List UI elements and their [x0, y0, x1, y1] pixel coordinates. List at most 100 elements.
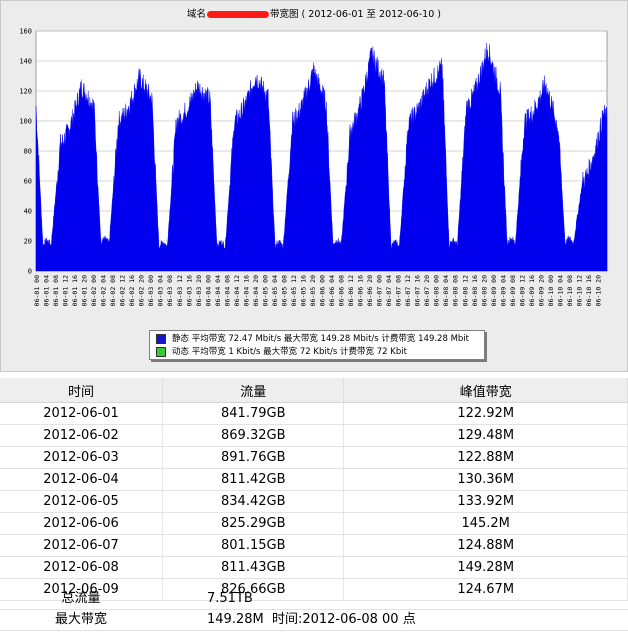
x-tick-label: 06-02 16: [128, 275, 136, 306]
table-row: 2012-06-01 841.79GB 122.92M: [0, 402, 628, 425]
daily-traffic-table: 时间 流量 峰值带宽 2012-06-01 841.79GB 122.92M 201…: [0, 378, 628, 601]
y-tick-label: 20: [24, 238, 32, 246]
cell-date: 2012-06-01: [0, 402, 164, 425]
cell-peak: 145.2M: [343, 512, 628, 535]
x-tick-label: 06-10 04: [556, 275, 564, 306]
x-tick-label: 06-03 20: [195, 275, 203, 306]
cell-peak: 122.92M: [343, 402, 628, 425]
x-tick-label: 06-08 08: [452, 275, 460, 306]
x-tick-label: 06-03 16: [185, 275, 193, 306]
table-row: 2012-06-08 811.43GB 149.28M: [0, 556, 628, 579]
x-tick-label: 06-09 04: [499, 275, 507, 306]
table-row: 2012-06-03 891.76GB 122.88M: [0, 446, 628, 469]
x-tick-label: 06-02 08: [109, 275, 117, 306]
total-traffic-value: 7.51TB: [207, 591, 253, 606]
redacted-domain-mark: [207, 11, 270, 18]
table-row: 2012-06-02 869.32GB 129.48M: [0, 424, 628, 447]
x-tick-label: 06-10 08: [566, 275, 574, 306]
x-tick-label: 06-09 20: [537, 275, 545, 306]
x-tick-label: 06-07 16: [414, 275, 422, 306]
x-tick-label: 06-02 12: [119, 275, 127, 306]
y-tick-label: 60: [24, 178, 32, 186]
x-tick-label: 06-05 12: [290, 275, 298, 306]
x-tick-label: 06-03 08: [166, 275, 174, 306]
x-tick-label: 06-06 00: [319, 275, 327, 306]
x-tick-label: 06-05 04: [271, 275, 279, 306]
x-tick-label: 06-06 08: [338, 275, 346, 306]
legend-swatch-static: [156, 333, 166, 344]
cell-date: 2012-06-05: [0, 490, 164, 513]
x-tick-label: 06-07 08: [395, 275, 403, 306]
cell-date: 2012-06-06: [0, 512, 164, 535]
cell-date: 2012-06-02: [0, 424, 164, 447]
summary-total-row: 总流量 7.51TB: [0, 588, 628, 610]
x-tick-label: 06-08 16: [471, 275, 479, 306]
table-row: 2012-06-05 834.42GB 133.92M: [0, 490, 628, 513]
x-tick-label: 06-03 12: [176, 275, 184, 306]
x-tick-label: 06-04 20: [252, 275, 260, 306]
x-tick-label: 06-03 00: [147, 275, 155, 306]
x-tick-label: 06-02 00: [90, 275, 98, 306]
x-tick-label: 06-01 04: [43, 275, 51, 306]
header-time: 时间: [0, 378, 164, 403]
chart-title: 域名 带宽图 ( 2012-06-01 至 2012-06-10 ): [0, 6, 628, 20]
x-tick-label: 06-09 16: [528, 275, 536, 306]
header-peak-bandwidth: 峰值带宽: [343, 378, 628, 403]
x-tick-label: 06-01 20: [81, 275, 89, 306]
cell-date: 2012-06-03: [0, 446, 164, 469]
table-header-row: 时间 流量 峰值带宽: [0, 378, 628, 403]
x-tick-label: 06-04 04: [214, 275, 222, 306]
cell-traffic: 869.32GB: [162, 424, 345, 447]
x-tick-label: 06-02 04: [100, 275, 108, 306]
x-tick-label: 06-09 08: [509, 275, 517, 306]
x-tick-label: 06-05 08: [280, 275, 288, 306]
x-tick-label: 06-07 04: [385, 275, 393, 306]
x-tick-label: 06-04 16: [242, 275, 250, 306]
x-tick-label: 06-10 20: [594, 275, 602, 306]
x-tick-label: 06-10 12: [575, 275, 583, 306]
cell-peak: 129.48M: [343, 424, 628, 447]
x-tick-label: 06-09 12: [518, 275, 526, 306]
bandwidth-chart: 02040608010012014016006-01 00 06-01 04 06-…: [19, 28, 608, 306]
x-tick-label: 06-02 20: [138, 275, 146, 306]
cell-traffic: 811.42GB: [162, 468, 345, 491]
x-tick-label: 06-01 12: [62, 275, 70, 306]
y-tick-label: 80: [24, 148, 32, 156]
cell-peak: 133.92M: [343, 490, 628, 513]
cell-traffic: 811.43GB: [162, 556, 345, 579]
cell-date: 2012-06-04: [0, 468, 164, 491]
max-bandwidth-value: 149.28M 时间:2012-06-08 00 点: [207, 612, 416, 627]
table-row: 2012-06-07 801.15GB 124.88M: [0, 534, 628, 557]
cell-traffic: 891.76GB: [162, 446, 345, 469]
cell-peak: 124.88M: [343, 534, 628, 557]
legend-item-static: 静态 平均带宽 72.47 Mbit/s 最大带宽 149.28 Mbit/s …: [156, 333, 469, 345]
x-tick-label: 06-05 00: [261, 275, 269, 306]
x-tick-label: 06-07 20: [423, 275, 431, 306]
x-tick-label: 06-09 00: [490, 275, 498, 306]
x-tick-label: 06-08 12: [461, 275, 469, 306]
x-tick-label: 06-07 00: [376, 275, 384, 306]
chart-title-prefix: 域名: [187, 9, 207, 20]
x-tick-label: 06-04 08: [223, 275, 231, 306]
cell-traffic: 801.15GB: [162, 534, 345, 557]
cell-peak: 130.36M: [343, 468, 628, 491]
summary-max-row: 最大带宽 149.28M 时间:2012-06-08 00 点: [0, 609, 628, 631]
cell-peak: 122.88M: [343, 446, 628, 469]
cell-traffic: 841.79GB: [162, 402, 345, 425]
x-tick-label: 06-01 16: [71, 275, 79, 306]
x-tick-label: 06-10 00: [547, 275, 555, 306]
y-tick-label: 0: [28, 268, 32, 276]
x-tick-label: 06-08 20: [480, 275, 488, 306]
x-tick-label: 06-01 00: [33, 275, 41, 306]
cell-peak: 149.28M: [343, 556, 628, 579]
y-tick-label: 40: [24, 208, 32, 216]
cell-date: 2012-06-08: [0, 556, 164, 579]
bandwidth-chart-panel: 0 20 40 60 80 100 120 140 160 06-01 00 06-01 04 06-…: [0, 0, 628, 372]
x-tick-label: 06-06 16: [357, 275, 365, 306]
x-tick-label: 06-10 16: [585, 275, 593, 306]
y-tick-label: 140: [19, 58, 32, 66]
legend-text-static: 静态 平均带宽 72.47 Mbit/s 最大带宽 149.28 Mbit/s …: [172, 334, 469, 344]
cell-date: 2012-06-07: [0, 534, 164, 557]
chart-title-suffix: 带宽图 ( 2012-06-01 至 2012-06-10 ): [270, 9, 441, 20]
chart-legend: 静态 平均带宽 72.47 Mbit/s 最大带宽 149.28 Mbit/s …: [149, 330, 485, 360]
